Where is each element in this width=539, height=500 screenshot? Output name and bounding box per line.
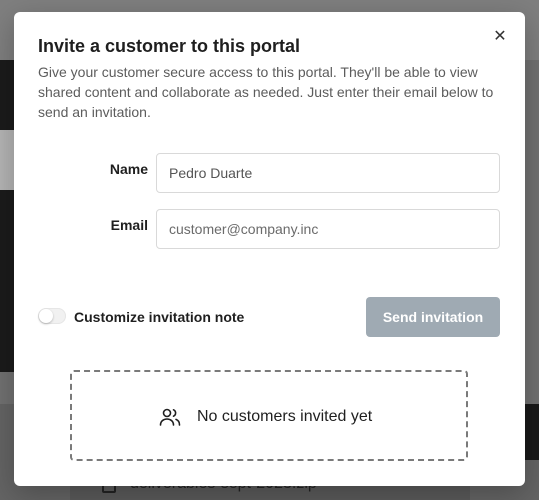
invite-customer-dialog: Invite a customer to this portal ✕ Give … <box>14 12 525 486</box>
send-invitation-button[interactable]: Send invitation <box>366 297 500 337</box>
close-icon: ✕ <box>493 28 507 45</box>
close-button[interactable]: ✕ <box>490 26 510 48</box>
empty-state-text: No customers invited yet <box>197 408 373 425</box>
toggle-knob <box>39 309 53 323</box>
name-label: Name <box>109 161 148 177</box>
invited-customers-empty-state: No customers invited yet <box>70 370 468 461</box>
customize-note-label: Customize invitation note <box>74 309 245 325</box>
name-input[interactable] <box>156 153 500 193</box>
customize-note-toggle[interactable] <box>38 308 66 324</box>
dialog-title: Invite a customer to this portal <box>38 36 301 56</box>
dialog-description: Give your customer secure access to this… <box>38 64 494 120</box>
users-icon <box>159 408 181 426</box>
email-label: Email <box>110 217 148 233</box>
email-input[interactable] <box>156 209 500 249</box>
